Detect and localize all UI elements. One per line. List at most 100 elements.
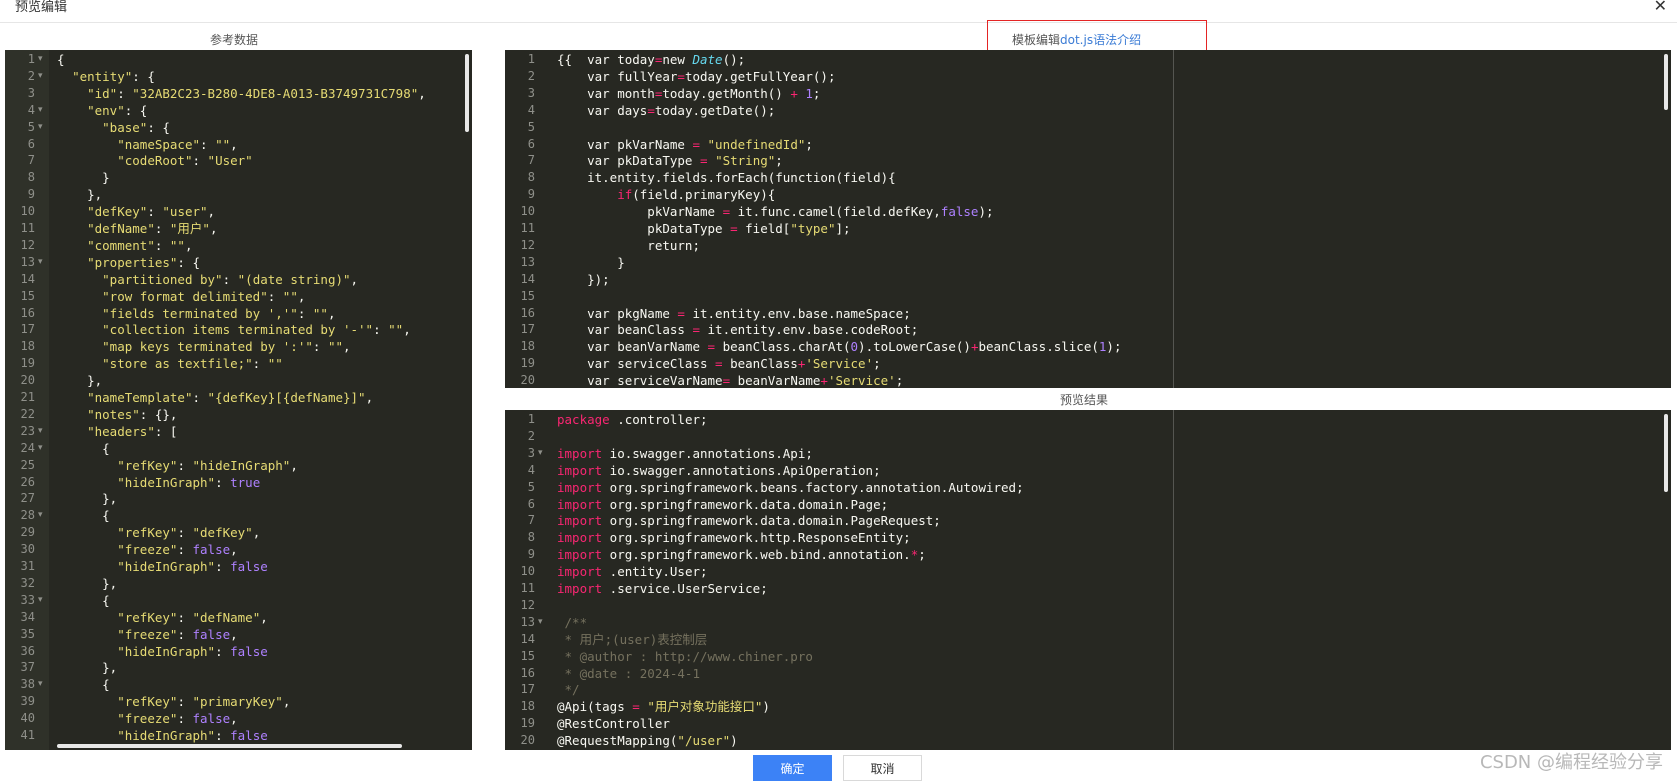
line-number: 29 (20, 525, 35, 540)
code-line: @RestController (557, 715, 670, 732)
reference-data-editor[interactable]: 1 ▾{2 ▾ "entity": {3 "id": "32AB2C23-B280-… (5, 50, 472, 750)
code-line: var serviceVarName= beanVarName+'Service… (557, 372, 903, 388)
code-token: , (297, 288, 306, 304)
code-token: import (557, 513, 603, 529)
code-token: import (557, 496, 603, 512)
fold-toggle-icon[interactable]: ▾ (38, 51, 43, 68)
code-token: ]; (835, 221, 851, 236)
code-token: "nameTemplate" (87, 390, 193, 405)
fold-toggle-icon[interactable]: ▾ (38, 507, 43, 524)
code-token: beanClass (722, 356, 798, 372)
line-number: 20 (520, 373, 535, 388)
template-editor[interactable]: 1{{ var today=new Date(); 2 var fullYear=… (505, 50, 1671, 388)
code-token: "" (312, 305, 328, 321)
code-token: "hideInGraph" (117, 643, 216, 659)
fold-toggle-icon[interactable]: ▾ (38, 592, 43, 609)
code-line: { (57, 676, 110, 693)
code-line: "nameTemplate": "{defKey}[{defName}]", (57, 389, 373, 406)
code-token: ; (873, 356, 881, 372)
line-number: 15 (520, 288, 535, 303)
vertical-scrollbar[interactable] (465, 54, 469, 132)
horizontal-scrollbar[interactable] (57, 744, 402, 748)
code-token: "defName" (192, 609, 261, 625)
code-line: var pkgName = it.entity.env.base.nameSpa… (557, 305, 911, 322)
code-token: { (57, 677, 110, 693)
code-token: org.springframework.web.bind.annotation. (602, 547, 911, 563)
code-line: "store as textfile;": "" (57, 355, 283, 372)
fold-toggle-icon[interactable]: ▾ (38, 440, 43, 457)
code-token: "freeze" (117, 542, 178, 558)
code-token: = (722, 373, 731, 388)
code-line: var days=today.getDate(); (557, 102, 775, 119)
vertical-scrollbar[interactable] (1664, 414, 1668, 492)
code-line: "entity": { (57, 68, 155, 85)
code-line: "map keys terminated by ':'": "", (57, 338, 350, 355)
line-number: 31 (20, 559, 35, 573)
confirm-button[interactable]: 确定 (753, 755, 832, 781)
code-line: "fields terminated by ','": "", (57, 305, 335, 322)
code-token: + (820, 373, 828, 388)
line-number: 2 (527, 68, 535, 83)
fold-toggle-icon[interactable]: ▾ (38, 423, 43, 440)
preview-result-editor[interactable]: 1 package .controller; 2 3 ▾ import io.swagge… (505, 410, 1671, 750)
fold-toggle-icon[interactable]: ▾ (38, 676, 43, 693)
code-token: "" (169, 237, 185, 253)
code-token: pkDataType (557, 221, 731, 236)
fold-toggle-icon[interactable]: ▾ (538, 445, 543, 462)
code-line: * @date : 2024-4-1 (557, 665, 700, 682)
cancel-button[interactable]: 取消 (843, 755, 922, 781)
close-icon[interactable]: ✕ (1654, 0, 1667, 14)
code-token: { (57, 508, 110, 524)
fold-toggle-icon[interactable]: ▾ (38, 254, 43, 271)
code-token: }, (57, 660, 118, 676)
code-token: : (177, 457, 193, 473)
code-token: : (117, 85, 133, 101)
code-token: : (297, 305, 313, 321)
code-token: "{defKey}[{defName}]" (207, 390, 366, 405)
code-line: "hideInGraph": false (57, 643, 268, 660)
line-number: 12 (20, 237, 35, 252)
code-token: "headers" (87, 423, 155, 439)
fold-toggle-icon[interactable]: ▾ (38, 102, 43, 119)
code-token: , (418, 85, 426, 101)
code-token: : (192, 153, 208, 169)
line-number: 18 (20, 339, 35, 354)
vertical-scrollbar[interactable] (1664, 54, 1668, 110)
line-number: 17 (520, 322, 535, 337)
print-margin (1173, 410, 1174, 750)
line-number: 19 (20, 356, 35, 371)
code-line: var beanVarName = beanClass.charAt(0).to… (557, 338, 1121, 355)
line-number: 28 (20, 508, 35, 523)
fold-toggle-icon[interactable]: ▾ (538, 614, 543, 631)
code-token: today.getDate(); (654, 102, 776, 118)
code-line: "defName": "用户", (57, 220, 217, 237)
code-token: : {}, (139, 406, 178, 422)
code-token: "/user" (677, 733, 731, 749)
line-number: 32 (20, 575, 35, 590)
code-token: */ (557, 682, 580, 698)
code-line: "id": "32AB2C23-B280-4DE8-A013-B3749731C… (57, 85, 426, 102)
code-token: /** (557, 614, 588, 630)
fold-toggle-icon[interactable]: ▾ (38, 119, 43, 136)
code-token: "refKey" (117, 609, 178, 625)
code-token: "undefinedId" (707, 136, 806, 152)
code-token: false (192, 626, 231, 642)
line-number: 36 (20, 643, 35, 658)
line-number: 11 (520, 581, 535, 595)
line-number: 15 (520, 648, 535, 663)
code-token: "fields terminated by ','" (102, 305, 298, 321)
line-number: 17 (520, 682, 535, 697)
code-token: : (177, 609, 193, 625)
fold-toggle-icon[interactable]: ▾ (38, 68, 43, 85)
code-token: , (184, 237, 193, 253)
code-token: import (557, 445, 603, 461)
